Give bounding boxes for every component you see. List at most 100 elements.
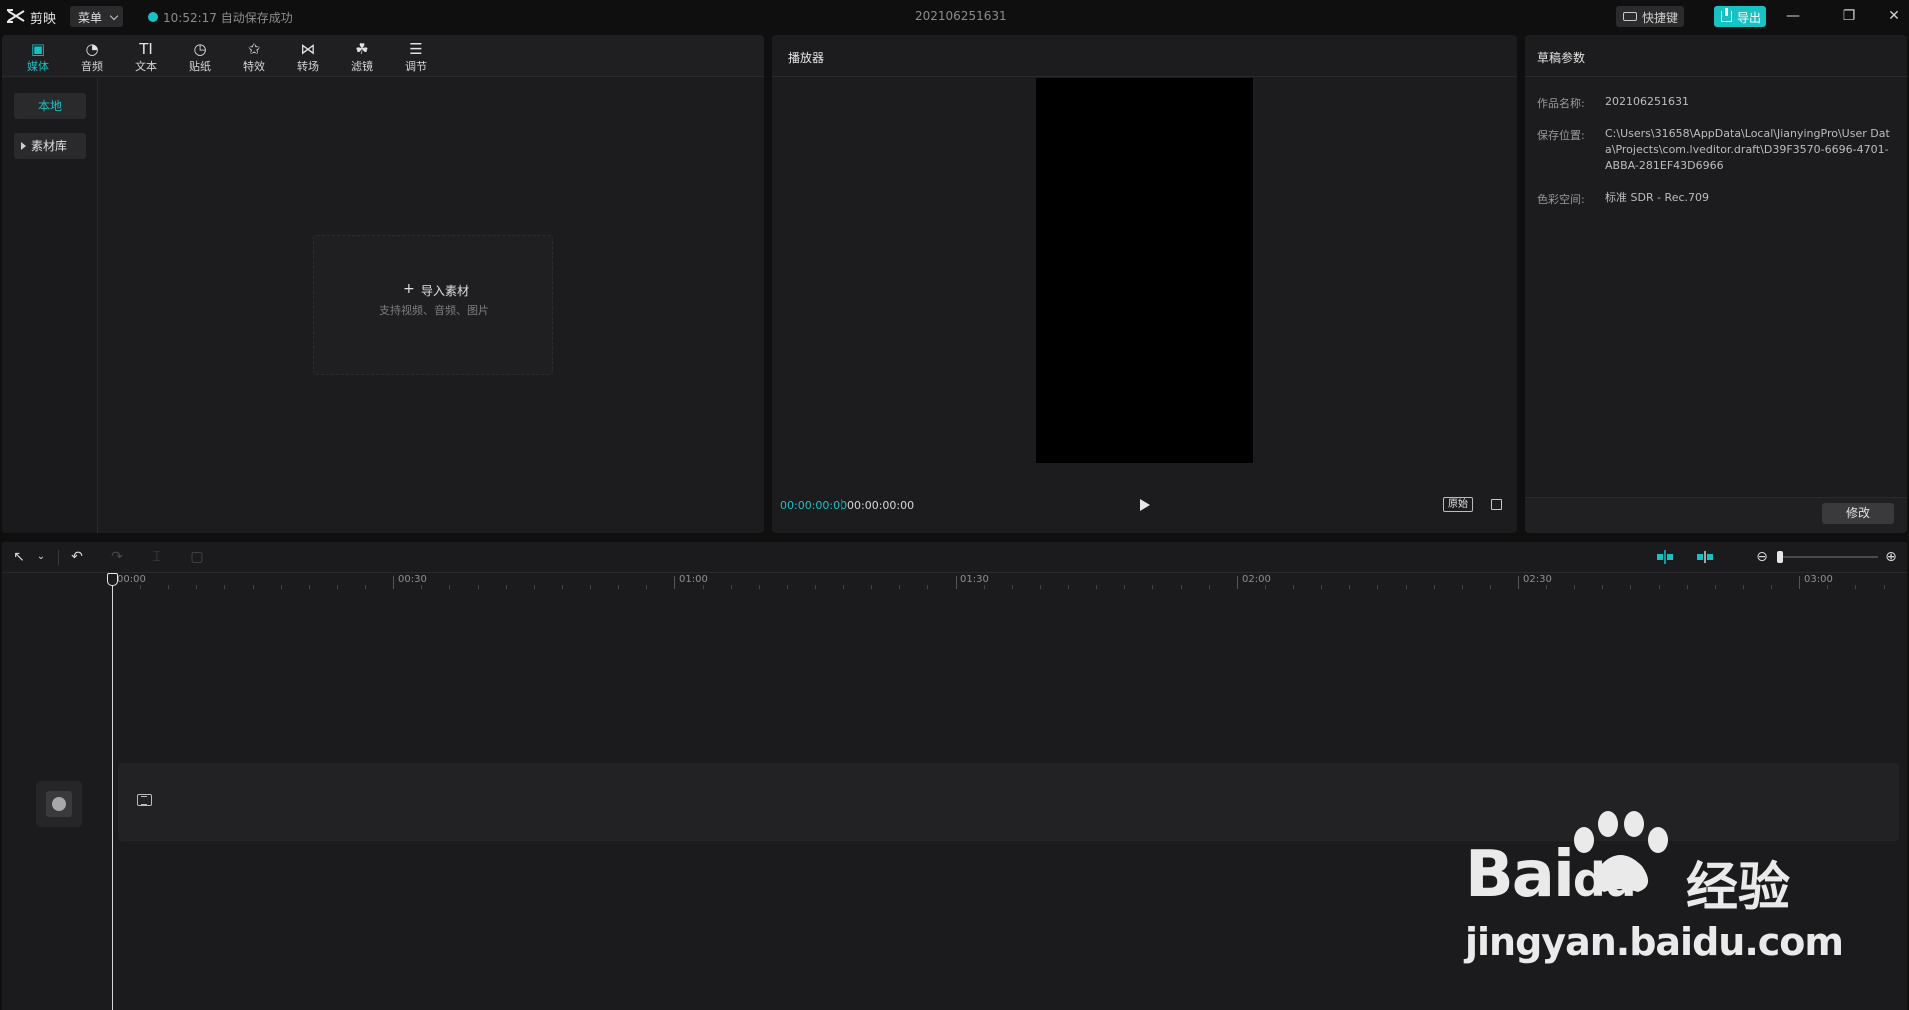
export-icon xyxy=(1721,8,1732,22)
project-name-label: 作品名称: xyxy=(1537,97,1585,110)
player-title: 播放器 xyxy=(788,51,825,65)
import-media-dropzone[interactable]: + 导入素材 支持视频、音频、图片 xyxy=(313,235,553,375)
ruler-tick xyxy=(1180,585,1182,589)
zoom-in-icon[interactable]: ⊕ xyxy=(1882,548,1900,566)
ruler-tick xyxy=(1742,585,1744,589)
zoom-slider-thumb[interactable] xyxy=(1777,551,1783,563)
ruler-tick xyxy=(1602,585,1604,589)
timeline-toolbar: ↖ ⌄ ↶ ↷ ⌶ ▢ ⊖ ⊕ xyxy=(2,542,1907,573)
ruler-tick xyxy=(927,585,929,589)
draft-title: 草稿参数 xyxy=(1537,51,1586,65)
chevron-down-icon xyxy=(109,11,119,21)
ruler-tick xyxy=(1096,585,1098,589)
ruler-tick xyxy=(1433,585,1435,589)
ruler-tick xyxy=(843,585,845,589)
playhead[interactable] xyxy=(112,577,113,1010)
media-panel: ▣ 媒体 ◔ 音频 TI 文本 ◷ 贴纸 ✩ 特效 ⋈ 转场 ☘ 滤镜 ☰ 调节 xyxy=(2,35,764,533)
tab-audio[interactable]: ◔ 音频 xyxy=(72,37,112,75)
zoom-slider[interactable] xyxy=(1782,556,1878,558)
ruler-tick xyxy=(1321,585,1323,589)
shortcut-label: 快捷键 xyxy=(1642,11,1679,25)
delete-icon[interactable]: ▢ xyxy=(188,548,206,566)
restore-icon[interactable]: ❐ xyxy=(1838,6,1860,26)
keyboard-icon xyxy=(1623,12,1637,21)
player-panel: 播放器 00:00:00:00 00:00:00:00 原始 xyxy=(772,35,1517,533)
modify-button[interactable]: 修改 xyxy=(1822,503,1894,524)
ruler-tick xyxy=(1883,585,1885,589)
project-name-value: 202106251631 xyxy=(1605,95,1689,108)
ruler-tick xyxy=(252,585,254,589)
select-cursor-icon[interactable]: ↖ xyxy=(10,548,28,566)
linkage-icon[interactable] xyxy=(1696,550,1714,564)
speaker-icon[interactable] xyxy=(46,791,72,817)
title-bar: 剪映 菜单 10:52:17 自动保存成功 202106251631 快捷键 导… xyxy=(0,0,1909,33)
ruler-tick xyxy=(477,585,479,589)
watermark-brand: Baidu xyxy=(1465,838,1637,912)
plus-icon: + xyxy=(403,281,415,297)
minimize-icon[interactable]: — xyxy=(1782,6,1804,26)
total-time: 00:00:00:00 xyxy=(847,499,915,512)
tab-effects[interactable]: ✩ 特效 xyxy=(234,37,274,75)
tab-filter[interactable]: ☘ 滤镜 xyxy=(342,37,382,75)
ruler-tick xyxy=(1827,585,1829,589)
media-toolbar: ▣ 媒体 ◔ 音频 TI 文本 ◷ 贴纸 ✩ 特效 ⋈ 转场 ☘ 滤镜 ☰ 调节 xyxy=(2,35,764,77)
save-status-icon xyxy=(148,12,158,22)
export-label: 导出 xyxy=(1737,11,1762,25)
ruler-tick xyxy=(758,585,760,589)
effects-icon: ✩ xyxy=(247,40,261,58)
zoom-out-icon[interactable]: ⊖ xyxy=(1753,548,1771,566)
ruler-tick xyxy=(983,585,985,589)
undo-icon[interactable]: ↶ xyxy=(68,548,86,566)
ruler-tick xyxy=(561,585,563,589)
fullscreen-icon[interactable] xyxy=(1491,499,1502,510)
tab-media[interactable]: ▣ 媒体 xyxy=(18,37,58,75)
playhead-handle[interactable] xyxy=(107,573,118,586)
ruler-tick xyxy=(421,585,423,589)
ruler-tick xyxy=(815,585,816,589)
ruler-tick xyxy=(1152,585,1154,589)
tab-transition[interactable]: ⋈ 转场 xyxy=(288,37,328,75)
export-button[interactable]: 导出 xyxy=(1714,6,1766,27)
tab-adjust[interactable]: ☰ 调节 xyxy=(396,37,436,75)
ruler-tick xyxy=(308,585,310,589)
chevron-down-icon[interactable]: ⌄ xyxy=(32,548,50,566)
ruler-tick xyxy=(224,585,226,589)
ruler-tick xyxy=(393,576,395,589)
redo-icon[interactable]: ↷ xyxy=(108,548,126,566)
ruler-tick xyxy=(590,585,592,589)
watermark-cn: 经验 xyxy=(1686,858,1791,918)
time-ruler[interactable]: 00:00 00:30 01:00 01:30 02:00 02:30 03:0… xyxy=(2,573,1907,589)
video-preview[interactable] xyxy=(1036,78,1253,463)
ruler-tick xyxy=(1236,576,1238,589)
snap-icon[interactable] xyxy=(1656,550,1674,564)
ruler-tick xyxy=(1714,585,1716,589)
import-title: 导入素材 xyxy=(421,284,470,298)
ruler-tick xyxy=(449,585,451,589)
ruler-tick xyxy=(1461,585,1463,589)
tab-sticker[interactable]: ◷ 贴纸 xyxy=(180,37,220,75)
split-icon[interactable]: ⌶ xyxy=(148,548,166,566)
ruler-tick xyxy=(533,585,535,589)
ruler-tick xyxy=(196,585,198,589)
draft-footer: 修改 xyxy=(1525,497,1907,533)
menu-button[interactable]: 菜单 xyxy=(70,6,123,27)
sidebar-item-local[interactable]: 本地 xyxy=(14,93,86,119)
ruler-tick xyxy=(871,585,873,589)
ruler-tick xyxy=(1574,585,1576,589)
aspect-ratio-button[interactable]: 原始 xyxy=(1443,497,1473,512)
ruler-tick xyxy=(674,576,676,589)
filter-icon: ☘ xyxy=(355,40,369,58)
play-icon[interactable] xyxy=(1140,499,1150,511)
draft-header: 草稿参数 xyxy=(1525,35,1907,77)
ruler-tick xyxy=(1377,585,1379,589)
import-subtitle: 支持视频、音频、图片 xyxy=(379,304,489,317)
tab-text[interactable]: TI 文本 xyxy=(126,37,166,75)
autosave-status: 10:52:17 自动保存成功 xyxy=(163,11,293,25)
menu-label: 菜单 xyxy=(78,11,103,25)
ruler-tick xyxy=(899,585,901,589)
sidebar-item-library[interactable]: 素材库 xyxy=(14,133,86,159)
close-icon[interactable]: ✕ xyxy=(1883,6,1905,26)
shortcut-button[interactable]: 快捷键 xyxy=(1616,6,1684,27)
ruler-tick xyxy=(1349,585,1351,589)
text-icon: TI xyxy=(139,40,153,58)
